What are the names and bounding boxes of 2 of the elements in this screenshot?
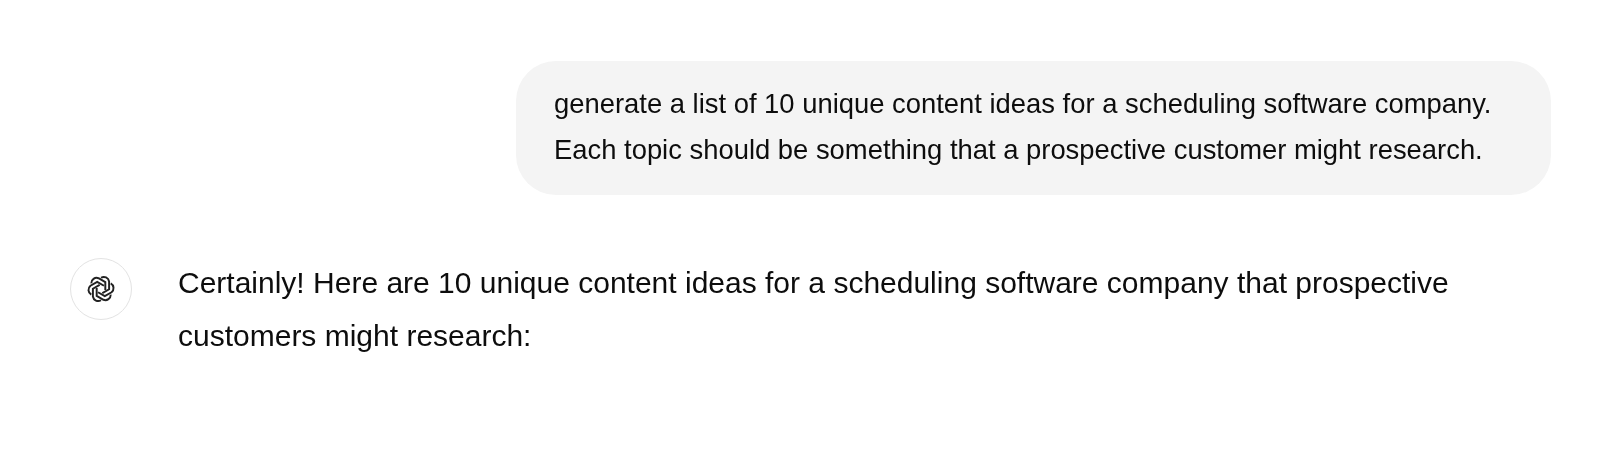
assistant-message-text: Certainly! Here are 10 unique content ideas for a scheduling software company that prospective customers might research: xyxy=(178,265,1450,354)
user-message-text: generate a list of 10 unique content ideas for a scheduling software company. Each topic should be something that a prospective customer might research. xyxy=(554,87,1493,167)
